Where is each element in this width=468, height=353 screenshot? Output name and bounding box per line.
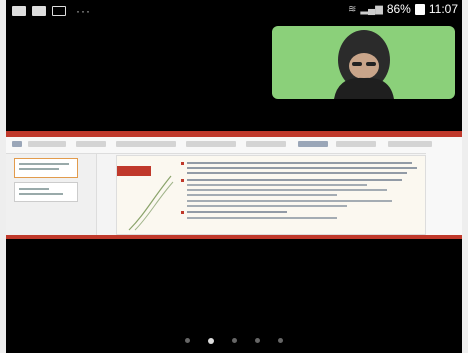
cell-signal-icon: ▂▄▆ [360, 3, 383, 15]
page-dot-active[interactable] [208, 337, 214, 344]
slide-decoration [128, 175, 174, 231]
status-system: ≋ ▂▄▆ 86% 11:07 [348, 2, 458, 16]
more-notifications-indicator: ··· [76, 4, 91, 18]
participant-person-image [334, 30, 394, 99]
notification-icon [12, 6, 26, 16]
wifi-signal-icon: ≋ [347, 3, 357, 15]
slide-thumbnail[interactable] [14, 158, 78, 178]
shared-screen [6, 131, 462, 239]
slide-thumbnails-pane [6, 154, 97, 236]
battery-percent: 86% [386, 2, 411, 16]
slide-thumbnail[interactable] [14, 182, 78, 202]
image-icon [32, 6, 46, 16]
page-dot[interactable] [185, 338, 190, 343]
page-dot[interactable] [232, 338, 237, 343]
page-dot[interactable] [278, 338, 283, 343]
participant-video-thumbnail[interactable] [272, 26, 455, 99]
page-indicator [0, 337, 468, 344]
slide-right-pane [426, 153, 462, 237]
video-call-screen: ··· ≋ ▂▄▆ 86% 11:07 [0, 0, 468, 353]
status-bar: ··· ≋ ▂▄▆ 86% 11:07 [10, 2, 458, 18]
screen-icon [52, 6, 66, 16]
screen-border-right [462, 0, 468, 353]
clock: 11:07 [428, 2, 458, 16]
app-status-bar [6, 235, 462, 239]
battery-icon [414, 3, 425, 15]
slide-canvas [116, 155, 426, 235]
ribbon-toolbar [6, 137, 462, 154]
status-notifications: ··· [12, 4, 91, 18]
page-dot[interactable] [255, 338, 260, 343]
